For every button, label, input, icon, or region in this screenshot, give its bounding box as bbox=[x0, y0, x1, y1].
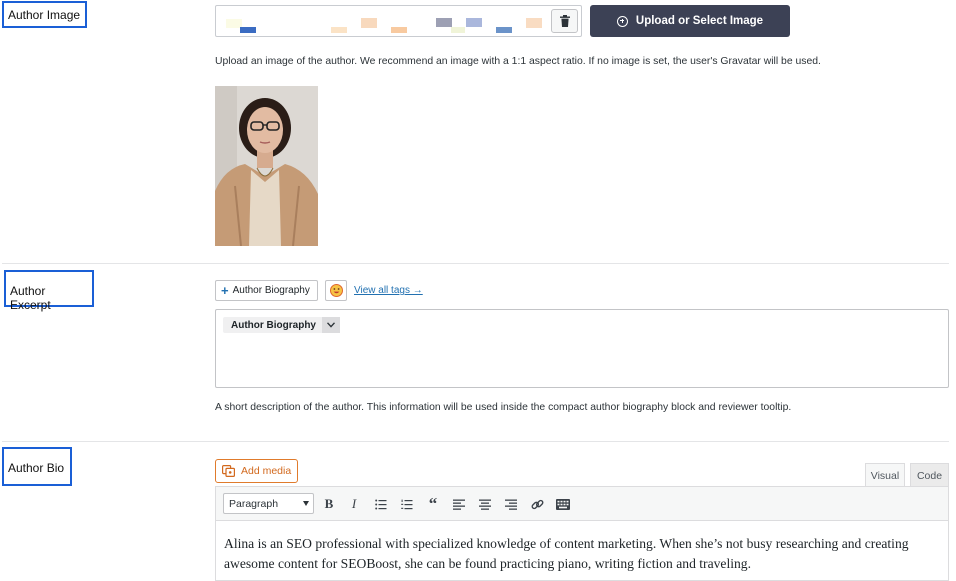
upload-or-select-image-button[interactable]: Upload or Select Image bbox=[590, 5, 790, 37]
insert-author-biography-tag-button[interactable]: + Author Biography bbox=[215, 280, 318, 301]
link-icon[interactable] bbox=[527, 494, 547, 514]
blockquote-icon[interactable]: “ bbox=[423, 494, 443, 514]
upload-button-label: Upload or Select Image bbox=[635, 15, 764, 27]
trash-icon bbox=[559, 15, 570, 27]
section-divider bbox=[2, 263, 949, 264]
plus-icon: + bbox=[221, 283, 229, 298]
section-divider bbox=[2, 441, 949, 442]
tag-button-label: Author Biography bbox=[232, 285, 310, 296]
tab-code[interactable]: Code bbox=[910, 463, 949, 487]
italic-icon[interactable]: I bbox=[344, 494, 364, 514]
toolbar-toggle-icon[interactable] bbox=[553, 494, 573, 514]
paragraph-format-select[interactable]: Paragraph bbox=[223, 493, 314, 514]
tab-visual[interactable]: Visual bbox=[865, 463, 905, 487]
plus-circle-icon bbox=[616, 15, 628, 27]
remove-image-button[interactable] bbox=[551, 9, 578, 33]
emoji-picker-button[interactable] bbox=[325, 280, 347, 301]
author-excerpt-label: Author Excerpt bbox=[4, 270, 94, 312]
add-media-button[interactable]: Add media bbox=[215, 459, 298, 483]
numbered-list-icon[interactable] bbox=[397, 494, 417, 514]
chevron-down-icon[interactable] bbox=[322, 317, 340, 333]
author-excerpt-label-text: Author Excerpt bbox=[10, 284, 51, 312]
add-media-label: Add media bbox=[241, 465, 292, 477]
view-all-tags-link[interactable]: View all tags → bbox=[354, 285, 423, 296]
author-bio-label: Author Bio bbox=[2, 447, 72, 486]
author-bio-content[interactable]: Alina is an SEO professional with specia… bbox=[224, 534, 940, 573]
author-bio-label-text: Author Bio bbox=[8, 461, 65, 475]
bullet-list-icon[interactable] bbox=[371, 494, 391, 514]
author-image-label-text: Author Image bbox=[8, 8, 81, 22]
author-image-help-text: Upload an image of the author. We recomm… bbox=[215, 56, 821, 67]
media-icon bbox=[222, 465, 235, 477]
author-image-label: Author Image bbox=[2, 1, 87, 28]
chip-label: Author Biography bbox=[231, 319, 316, 331]
author-biography-tag-chip[interactable]: Author Biography bbox=[223, 317, 340, 333]
author-excerpt-help-text: A short description of the author. This … bbox=[215, 402, 792, 413]
format-select-value: Paragraph bbox=[229, 497, 279, 510]
align-left-icon[interactable] bbox=[449, 494, 469, 514]
caret-down-icon bbox=[303, 501, 309, 506]
author-photo bbox=[215, 86, 318, 246]
align-center-icon[interactable] bbox=[475, 494, 495, 514]
tab-visual-label: Visual bbox=[870, 469, 900, 482]
align-right-icon[interactable] bbox=[501, 494, 521, 514]
author-image-url-field[interactable] bbox=[215, 5, 582, 37]
tab-code-label: Code bbox=[916, 469, 943, 482]
bold-icon[interactable]: B bbox=[319, 494, 339, 514]
emoji-icon bbox=[329, 284, 343, 297]
